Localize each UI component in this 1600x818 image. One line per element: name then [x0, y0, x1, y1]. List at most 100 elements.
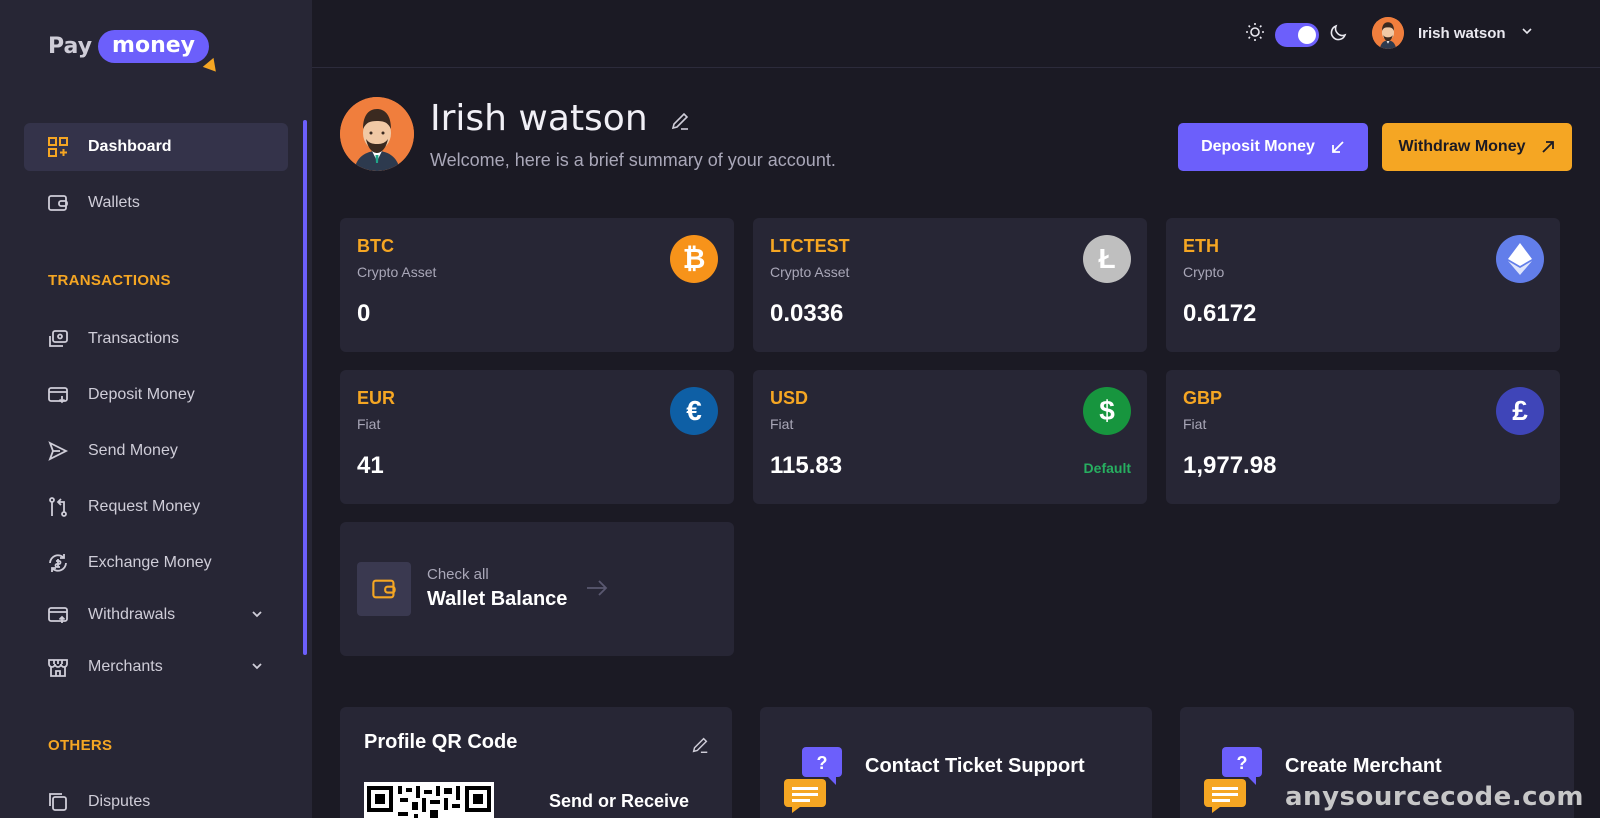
sidebar-item-transactions[interactable]: Transactions [24, 315, 288, 363]
chevron-down-icon[interactable] [1520, 24, 1534, 43]
welcome-text: Welcome, here is a brief summary of your… [430, 150, 836, 170]
sidebar-scrollbar[interactable] [303, 120, 307, 655]
withdraw-button-label: Withdraw Money [1398, 138, 1526, 155]
currency-kind: Crypto Asset [770, 264, 850, 280]
qr-card-text: Send or Receive [549, 791, 690, 811]
exchange-icon [46, 551, 70, 575]
currency-amount: 0.0336 [770, 300, 844, 327]
sidebar-item-label: Transactions [88, 330, 179, 347]
bitcoin-icon: ₿ [670, 235, 718, 283]
sidebar-item-request[interactable]: Request Money [24, 483, 288, 531]
merchant-chat-icon: ? [1204, 747, 1264, 813]
sidebar-item-exchange[interactable]: Exchange Money [24, 539, 288, 587]
transactions-icon [46, 327, 70, 351]
currency-kind: Fiat [357, 416, 381, 432]
profile-avatar [340, 97, 414, 171]
withdraw-money-button[interactable]: Withdraw Money [1382, 123, 1572, 171]
svg-text:?: ? [817, 753, 828, 773]
currency-code: BTC [357, 236, 394, 256]
edit-icon[interactable] [669, 100, 691, 141]
profile-qr-card: Profile QR Code Send or Receive [340, 707, 732, 818]
edit-icon[interactable] [690, 735, 710, 760]
send-icon [46, 439, 70, 463]
wallet-card-btc[interactable]: BTC Crypto Asset 0 ₿ [340, 218, 734, 352]
sidebar-item-dashboard[interactable]: Dashboard [24, 123, 288, 171]
sidebar-item-wallets[interactable]: Wallets [24, 179, 288, 227]
sidebar-item-label: Deposit Money [88, 386, 195, 403]
page-title: Irish watson [430, 98, 691, 141]
deposit-money-button[interactable]: Deposit Money [1178, 123, 1368, 171]
wallet-card-eth[interactable]: ETH Crypto 0.6172 [1166, 218, 1560, 352]
currency-code: GBP [1183, 388, 1223, 408]
dollar-icon: $ [1083, 387, 1131, 435]
sun-icon[interactable] [1245, 22, 1265, 47]
euro-icon: € [670, 387, 718, 435]
currency-amount: 41 [357, 452, 384, 479]
sidebar-item-label: Withdrawals [88, 606, 176, 623]
wallet-card-usd[interactable]: USD Fiat 115.83 $ Default [753, 370, 1147, 504]
store-icon [46, 655, 70, 679]
logo-pay-text: Pay [48, 33, 93, 59]
moon-icon[interactable] [1329, 22, 1349, 47]
wallet-balance-caption: Check all [427, 566, 489, 583]
currency-code: LTCTEST [770, 236, 850, 256]
wallet-card-ltctest[interactable]: LTCTEST Crypto Asset 0.0336 Ł [753, 218, 1147, 352]
sidebar-item-label: Merchants [88, 658, 163, 675]
watermark: anysourcecode.com [1285, 782, 1584, 812]
currency-kind: Crypto [1183, 264, 1225, 280]
default-badge: Default [1083, 460, 1131, 476]
arrow-right-icon [586, 580, 608, 601]
merchant-card-title: Create Merchant [1285, 755, 1442, 777]
wallet-card-gbp[interactable]: GBP Fiat 1,977.98 £ [1166, 370, 1560, 504]
currency-amount: 1,977.98 [1183, 452, 1277, 479]
chevron-down-icon[interactable] [250, 659, 264, 678]
logo-money-text: money [98, 29, 222, 76]
currency-code: USD [770, 388, 809, 408]
sidebar-item-label: Dashboard [88, 138, 172, 155]
arrow-up-right-icon [1542, 141, 1555, 153]
withdraw-icon [46, 603, 70, 627]
request-icon [46, 495, 70, 519]
sidebar-item-label: Send Money [88, 442, 178, 459]
disputes-icon [46, 790, 70, 814]
arrow-down-left-icon [1331, 141, 1344, 153]
sidebar-item-label: Exchange Money [88, 554, 212, 571]
currency-code: ETH [1183, 236, 1219, 256]
contact-support-card[interactable]: ? Contact Ticket Support [760, 707, 1152, 818]
logo-money-label: money [112, 32, 196, 58]
qr-code[interactable] [364, 782, 494, 818]
sidebar-item-send[interactable]: Send Money [24, 427, 288, 475]
section-title-transactions: TRANSACTIONS [48, 272, 171, 289]
deposit-button-label: Deposit Money [1201, 138, 1315, 155]
wallet-icon [46, 191, 70, 215]
pound-icon: £ [1496, 387, 1544, 435]
currency-kind: Fiat [1183, 416, 1207, 432]
chevron-down-icon[interactable] [250, 607, 264, 626]
qr-card-title: Profile QR Code [364, 731, 518, 753]
sidebar-item-withdrawals[interactable]: Withdrawals [24, 591, 288, 639]
sidebar-item-merchants[interactable]: Merchants [24, 643, 288, 691]
user-menu[interactable]: Irish watson [1372, 17, 1534, 49]
wallet-card-eur[interactable]: EUR Fiat 41 € [340, 370, 734, 504]
deposit-icon [46, 383, 70, 407]
sidebar-item-disputes[interactable]: Disputes [24, 778, 288, 818]
currency-kind: Fiat [770, 416, 794, 432]
theme-toggle[interactable] [1275, 22, 1319, 47]
wallet-balance-card[interactable]: Check all Wallet Balance [340, 522, 734, 656]
avatar [1372, 17, 1404, 49]
wallet-balance-title: Wallet Balance [427, 588, 568, 610]
logo[interactable]: Pay money [48, 26, 222, 76]
sidebar-item-label: Wallets [88, 194, 140, 211]
currency-kind: Crypto Asset [357, 264, 437, 280]
sidebar-item-deposit[interactable]: Deposit Money [24, 371, 288, 419]
sidebar-item-label: Request Money [88, 498, 201, 515]
section-title-others: OTHERS [48, 737, 113, 754]
sidebar: Pay money Dashboard Wallets TRANSACTIONS… [0, 0, 312, 818]
svg-text:?: ? [1237, 753, 1248, 773]
support-card-title: Contact Ticket Support [865, 755, 1085, 777]
sidebar-item-label: Disputes [88, 793, 151, 810]
litecoin-icon: Ł [1083, 235, 1131, 283]
currency-amount: 0 [357, 300, 371, 327]
support-chat-icon: ? [784, 747, 844, 813]
currency-amount: 115.83 [770, 452, 843, 479]
